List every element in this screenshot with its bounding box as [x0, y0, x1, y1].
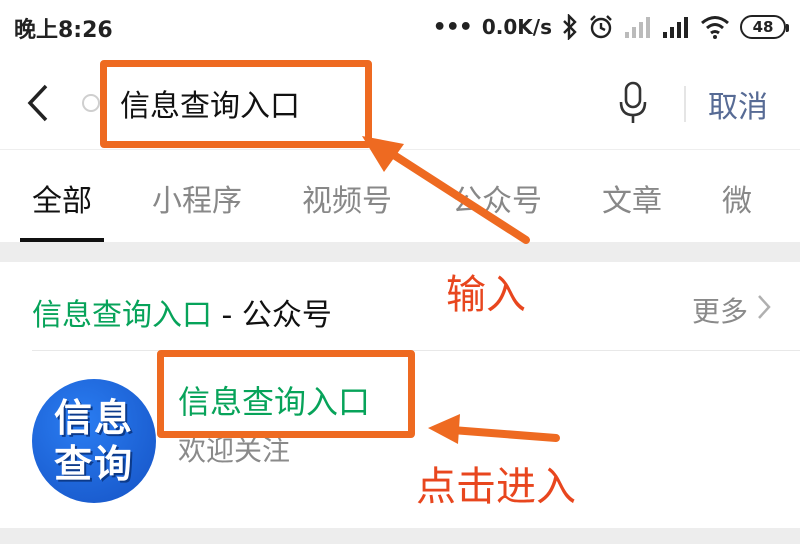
result-tabs: 全部 小程序 视频号 公众号 文章 微: [0, 150, 800, 242]
microphone-icon[interactable]: [618, 80, 648, 126]
status-bar: 晚上8:26 ••• 0.0K/s 48: [0, 0, 800, 56]
signal-weak-icon: [624, 15, 652, 39]
hint-icon: [80, 92, 102, 114]
header-divider: [684, 86, 686, 122]
tab-all[interactable]: 全部: [20, 150, 104, 242]
avatar-line-1: 信息: [53, 396, 134, 440]
tab-mini-programs[interactable]: 小程序: [152, 150, 242, 242]
more-dots-icon: •••: [432, 14, 473, 40]
bottom-gap: [0, 528, 800, 544]
section-title-suffix: - 公众号: [212, 298, 332, 333]
annotation-box-result: [157, 350, 415, 438]
alarm-icon: [588, 14, 614, 40]
section-gap: [0, 242, 800, 262]
avatar-line-2: 查询: [53, 442, 134, 486]
back-arrow-icon[interactable]: [22, 82, 54, 124]
status-icons: ••• 0.0K/s 48: [432, 10, 789, 44]
more-link[interactable]: 更多: [692, 290, 772, 330]
more-label: 更多: [691, 295, 748, 328]
signal-strong-icon: [662, 15, 690, 39]
wifi-icon: [700, 15, 730, 39]
tab-channels[interactable]: 视频号: [302, 150, 392, 242]
tab-official-accounts[interactable]: 公众号: [452, 150, 542, 242]
bluetooth-icon: [562, 14, 578, 40]
cancel-button[interactable]: 取消: [708, 82, 768, 126]
chevron-right-icon: [756, 293, 772, 328]
status-time: 晚上8:26: [14, 18, 113, 43]
section-title: 信息查询入口 - 公众号: [32, 290, 332, 334]
annotation-label-click: 点击进入: [416, 464, 576, 510]
avatar-text: 信息 查询: [32, 379, 156, 503]
annotation-label-input: 输入: [446, 272, 526, 318]
annotation-box-search: [100, 60, 372, 148]
network-speed: 0.0K/s: [481, 15, 552, 39]
tab-articles[interactable]: 文章: [602, 150, 662, 242]
section-title-query: 信息查询入口: [32, 298, 212, 333]
account-avatar: 信息 查询: [32, 379, 156, 503]
tab-more-truncated[interactable]: 微: [722, 150, 752, 242]
battery-icon: 48: [740, 15, 789, 39]
